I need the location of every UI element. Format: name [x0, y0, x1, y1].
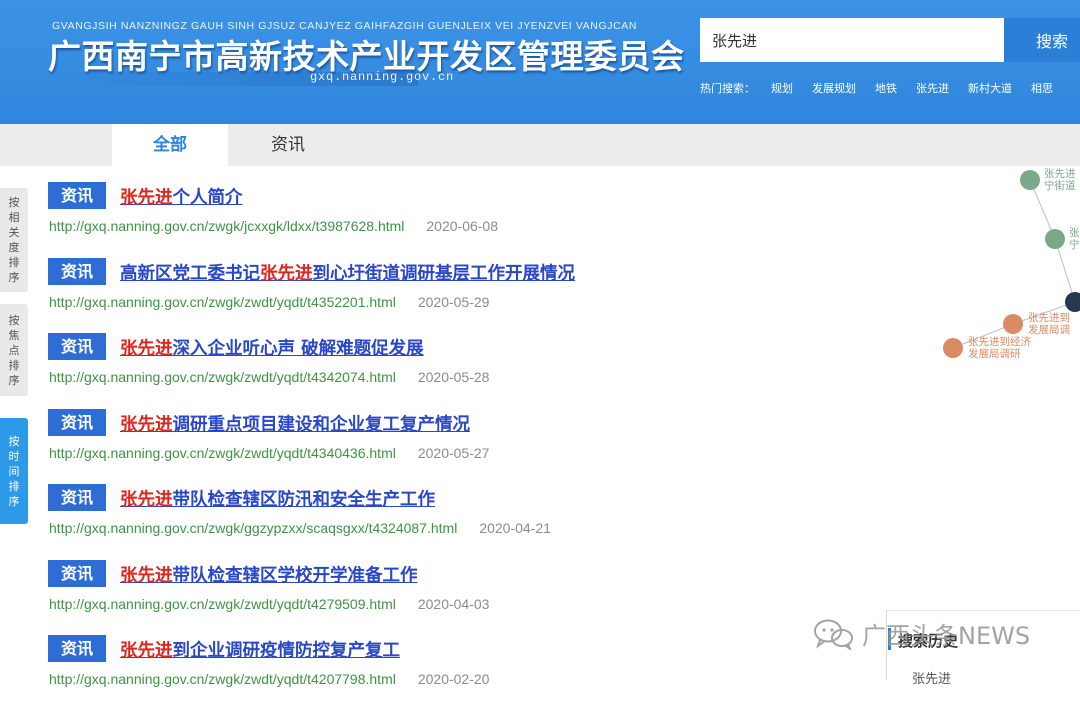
graph-node-center[interactable] [1065, 292, 1080, 312]
result-item: 资讯 张先进调研重点项目建设和企业复工复产情况 http://gxq.nanni… [48, 408, 668, 485]
hot-keyword-ditie[interactable]: 地铁 [875, 80, 897, 96]
result-item: 资讯 张先进带队检查辖区防汛和安全生产工作 http://gxq.nanning… [48, 484, 668, 560]
sort-by-relevance-label: 按相关度排序 [8, 196, 20, 284]
hot-keyword-xiangsi[interactable]: 相思 [1031, 80, 1053, 96]
wechat-icon [814, 619, 853, 650]
title-rest: 带队检查辖区防汛和安全生产工作 [172, 490, 436, 510]
tab-news[interactable]: 资讯 [250, 124, 326, 166]
title-highlight: 张先进 [120, 490, 173, 510]
category-badge: 资讯 [48, 257, 106, 285]
result-url[interactable]: http://gxq.nanning.gov.cn/zwgk/jcxxgk/ld… [49, 218, 404, 234]
hot-search-row: 热门搜索： 规划 发展规划 地铁 张先进 新村大道 相思 [700, 80, 1072, 96]
result-url[interactable]: http://gxq.nanning.gov.cn/zwgk/zwdt/yqdt… [49, 294, 396, 310]
result-url-line: http://gxq.nanning.gov.cn/zwgk/zwdt/yqdt… [49, 596, 489, 612]
title-rest: 调研重点项目建设和企业复工复产情况 [172, 414, 471, 435]
graph-node-green[interactable] [1045, 229, 1065, 249]
category-badge: 资讯 [48, 635, 106, 662]
result-url[interactable]: http://gxq.nanning.gov.cn/zwgk/zwdt/yqdt… [49, 671, 396, 687]
result-url-line: http://gxq.nanning.gov.cn/zwgk/zwdt/yqdt… [49, 445, 489, 461]
result-title-link[interactable]: 张先进到企业调研疫情防控复产复工 [120, 637, 400, 662]
title-highlight: 张先进 [120, 339, 173, 359]
site-header: GVANGJSIH NANZNINGZ GAUH SINH GJSUZ CANJ… [0, 0, 1080, 124]
result-url-line: http://gxq.nanning.gov.cn/zwgk/ggzypzxx/… [49, 520, 551, 536]
result-item: 资讯 张先进个人简介 http://gxq.nanning.gov.cn/zwg… [48, 182, 668, 258]
result-tabs: 全部 资讯 [0, 124, 1080, 166]
sort-by-time-button[interactable]: 按时间排序 [0, 418, 28, 524]
graph-node-label: 发展局调 [1028, 323, 1070, 336]
title-highlight: 张先进 [260, 263, 313, 284]
graph-node-label: 张先进 [1044, 168, 1076, 180]
hot-keyword-xincun-dadao[interactable]: 新村大道 [968, 80, 1012, 96]
result-url-line: http://gxq.nanning.gov.cn/zwgk/jcxxgk/ld… [49, 218, 498, 234]
hot-keyword-guihua[interactable]: 规划 [771, 80, 793, 96]
result-date: 2020-06-08 [426, 218, 499, 234]
result-date: 2020-02-20 [417, 671, 490, 687]
category-badge: 资讯 [48, 484, 106, 511]
category-badge: 资讯 [48, 333, 106, 360]
graph-node-orange[interactable] [943, 338, 963, 358]
result-title-link[interactable]: 高新区党工委书记张先进到心圩街道调研基层工作开展情况 [120, 260, 575, 285]
sort-by-relevance-button[interactable]: 按相关度排序 [0, 188, 28, 292]
tab-all[interactable]: 全部 [112, 124, 228, 166]
result-date: 2020-05-27 [417, 444, 490, 461]
result-url-line: http://gxq.nanning.gov.cn/zwgk/zwdt/yqdt… [49, 294, 489, 310]
hot-search-label: 热门搜索： [700, 82, 755, 95]
title-rest: 深入企业听心声 破解难题促发展 [172, 339, 424, 359]
title-prefix: 高新区党工委书记 [120, 263, 260, 284]
result-title-link[interactable]: 张先进带队检查辖区防汛和安全生产工作 [120, 486, 435, 511]
title-highlight: 张先进 [120, 641, 173, 661]
sort-by-time-label: 按时间排序 [8, 434, 20, 508]
category-badge: 资讯 [48, 559, 106, 587]
graph-node-label: 发展局调研 [968, 347, 1021, 360]
title-rest: 个人简介 [172, 188, 243, 208]
result-url[interactable]: http://gxq.nanning.gov.cn/zwgk/ggzypzxx/… [49, 520, 457, 536]
graph-node-label: 张先进到经济 [968, 335, 1031, 348]
result-item: 资讯 张先进带队检查辖区学校开学准备工作 http://gxq.nanning.… [48, 559, 668, 636]
title-highlight: 张先进 [120, 414, 173, 435]
result-url-line: http://gxq.nanning.gov.cn/zwgk/zwdt/yqdt… [49, 671, 489, 687]
graph-node-label: 宁街道 [1044, 179, 1076, 192]
title-rest: 带队检查辖区学校开学准备工作 [172, 565, 418, 586]
result-item: 资讯 高新区党工委书记张先进到心圩街道调研基层工作开展情况 http://gxq… [48, 257, 668, 334]
category-badge: 资讯 [48, 408, 106, 436]
result-url[interactable]: http://gxq.nanning.gov.cn/zwgk/zwdt/yqdt… [49, 445, 396, 461]
result-date: 2020-04-21 [479, 520, 551, 536]
result-date: 2020-04-03 [417, 595, 490, 612]
graph-node-label: 张先进到 [1028, 312, 1070, 324]
watermark: 广西头条NEWS [812, 616, 1030, 651]
result-title-link[interactable]: 张先进深入企业听心声 破解难题促发展 [120, 335, 424, 360]
result-date: 2020-05-29 [417, 293, 490, 310]
result-title-link[interactable]: 张先进带队检查辖区学校开学准备工作 [120, 562, 418, 587]
site-domain: gxq.nanning.gov.cn [310, 70, 455, 84]
result-title-link[interactable]: 张先进个人简介 [120, 184, 243, 209]
graph-node-orange[interactable] [1003, 314, 1023, 334]
search-input[interactable] [700, 18, 1004, 62]
result-item: 资讯 张先进深入企业听心声 破解难题促发展 http://gxq.nanning… [48, 333, 668, 409]
search-results-list: 资讯 张先进个人简介 http://gxq.nanning.gov.cn/zwg… [48, 182, 668, 711]
search-history-item[interactable]: 张先进 [912, 668, 951, 687]
hot-keyword-zhangxianjin[interactable]: 张先进 [916, 80, 949, 96]
result-title-link[interactable]: 张先进调研重点项目建设和企业复工复产情况 [120, 411, 470, 436]
watermark-text: 广西头条NEWS [862, 622, 1031, 650]
result-date: 2020-05-28 [417, 369, 490, 385]
relation-graph[interactable]: 张先进 宁街道 张 宁 张先进到 发展局调 张先进到经济 发展局调研 [930, 160, 1080, 370]
result-url-line: http://gxq.nanning.gov.cn/zwgk/zwdt/yqdt… [49, 369, 489, 385]
result-url[interactable]: http://gxq.nanning.gov.cn/zwgk/zwdt/yqdt… [49, 596, 396, 612]
category-badge: 资讯 [48, 182, 106, 209]
title-highlight: 张先进 [120, 565, 173, 586]
result-item: 资讯 张先进到企业调研疫情防控复产复工 http://gxq.nanning.g… [48, 635, 668, 711]
sort-by-hotspot-label: 按焦点排序 [8, 313, 20, 387]
hot-keyword-fazhan-guihua[interactable]: 发展规划 [812, 80, 856, 96]
graph-node-label: 张 [1069, 227, 1080, 239]
graph-node-green[interactable] [1020, 170, 1040, 190]
title-rest: 到企业调研疫情防控复产复工 [172, 641, 401, 661]
result-url[interactable]: http://gxq.nanning.gov.cn/zwgk/zwdt/yqdt… [49, 369, 396, 385]
title-rest: 到心圩街道调研基层工作开展情况 [312, 263, 576, 284]
graph-node-label: 宁 [1069, 238, 1080, 251]
search-button[interactable]: 搜索 [1004, 18, 1080, 62]
title-highlight: 张先进 [120, 188, 173, 208]
sort-by-hotspot-button[interactable]: 按焦点排序 [0, 304, 28, 396]
